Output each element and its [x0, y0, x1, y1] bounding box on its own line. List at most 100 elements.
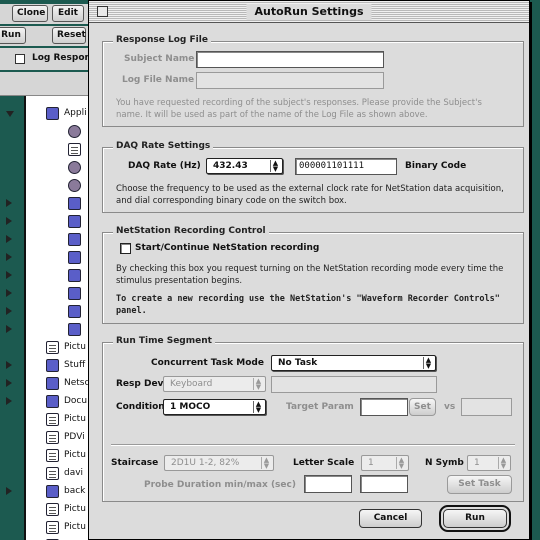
staircase-label: Staircase	[111, 458, 159, 468]
folder-icon	[46, 395, 59, 408]
disclosure-closed-icon[interactable]	[6, 379, 12, 387]
concurrent-task-mode-popup[interactable]: No Task ▲ ▼	[271, 355, 436, 371]
staircase-popup[interactable]: 2D1U 1-2, 82% ▲ ▼	[164, 455, 274, 471]
doc-icon	[46, 521, 59, 534]
disclosure-closed-icon[interactable]	[6, 487, 12, 495]
run-bg-button[interactable]: Run	[0, 27, 26, 44]
binary-code-label: Binary Code	[405, 161, 467, 171]
list-item[interactable]	[6, 303, 90, 321]
probe-duration-label: Probe Duration min/max (sec)	[144, 480, 296, 490]
doc-icon	[68, 143, 81, 156]
log-response-checkbox[interactable]	[15, 54, 25, 64]
concurrent-task-mode-value: No Task	[278, 358, 318, 368]
list-item[interactable]: Pictu	[26, 447, 90, 465]
disclosure-closed-icon[interactable]	[6, 361, 12, 369]
list-item[interactable]	[6, 231, 90, 249]
list-item[interactable]	[6, 321, 90, 339]
netstation-recording-checkbox[interactable]	[120, 243, 131, 254]
netstation-recording-label[interactable]: Start/Continue NetStation recording	[135, 243, 319, 253]
reset-button[interactable]: Reset	[52, 27, 86, 44]
list-item-label: Pictu	[64, 504, 86, 514]
disclosure-closed-icon[interactable]	[6, 271, 12, 279]
cancel-button[interactable]: Cancel	[359, 509, 422, 528]
subject-name-input[interactable]	[196, 51, 384, 68]
list-item[interactable]: Docu	[6, 393, 90, 411]
list-item[interactable]: Pictu	[26, 519, 90, 537]
disclosure-closed-icon[interactable]	[6, 199, 12, 207]
list-item[interactable]	[6, 213, 90, 231]
edit-button[interactable]: Edit	[52, 5, 84, 22]
list-item-label: davi	[64, 468, 84, 478]
gear-icon	[68, 179, 81, 192]
folder-icon	[46, 359, 59, 372]
vs-field	[461, 398, 512, 416]
list-item[interactable]: Netsc	[6, 375, 90, 393]
list-item[interactable]	[26, 159, 90, 177]
target-param-input[interactable]	[360, 398, 408, 416]
netstation-note: To create a new recording use the NetSta…	[116, 294, 500, 316]
disclosure-closed-icon[interactable]	[6, 325, 12, 333]
disclosure-closed-icon[interactable]	[6, 397, 12, 405]
disclosure-closed-icon[interactable]	[6, 235, 12, 243]
clone-button[interactable]: Clone	[12, 5, 48, 22]
folder-icon	[46, 485, 59, 498]
letter-scale-value: 1	[368, 458, 374, 468]
list-item[interactable]: PDVi	[26, 429, 90, 447]
vs-label: vs	[444, 402, 456, 412]
disclosure-closed-icon[interactable]	[6, 253, 12, 261]
title-bar[interactable]: AutoRun Settings	[89, 1, 529, 23]
daq-rate-popup[interactable]: 432.43 ▲ ▼	[206, 158, 283, 174]
list-item[interactable]: Stuff	[6, 357, 90, 375]
folder-icon	[68, 197, 81, 210]
response-log-title: Response Log File	[113, 35, 211, 45]
letter-scale-popup[interactable]: 1 ▲ ▼	[361, 455, 409, 471]
background-header	[0, 72, 90, 96]
popup-arrows-icon: ▲ ▼	[498, 457, 507, 470]
list-item[interactable]: back	[6, 483, 90, 501]
letter-scale-label: Letter Scale	[293, 458, 355, 468]
list-item[interactable]: davi	[26, 465, 90, 483]
daq-rate-help: Choose the frequency to be used as the e…	[116, 184, 504, 206]
list-item[interactable]: Pictu	[26, 411, 90, 429]
disclosure-closed-icon[interactable]	[6, 289, 12, 297]
list-item-label: Pictu	[64, 414, 86, 424]
probe-max-input[interactable]	[360, 475, 408, 493]
list-item[interactable]	[6, 249, 90, 267]
list-item[interactable]: Appli	[6, 105, 90, 123]
list-item-label: Pictu	[64, 450, 86, 460]
list-item[interactable]: Pictu	[26, 339, 90, 357]
list-item[interactable]: Pictu	[26, 501, 90, 519]
resp-dev-value: Keyboard	[170, 379, 213, 389]
set-button[interactable]: Set	[409, 398, 436, 416]
popup-arrows-icon: ▲ ▼	[253, 378, 262, 391]
n-symb-popup[interactable]: 1 ▲ ▼	[467, 455, 511, 471]
list-item[interactable]	[6, 285, 90, 303]
folder-icon	[68, 305, 81, 318]
conditions-popup[interactable]: 1 MOCO ▲ ▼	[163, 399, 266, 415]
set-task-button[interactable]: Set Task	[447, 475, 512, 494]
doc-icon	[46, 449, 59, 462]
resp-dev-label: Resp Dev	[116, 379, 164, 389]
list-item[interactable]	[26, 177, 90, 195]
run-button[interactable]: Run	[439, 505, 511, 532]
list-item[interactable]	[26, 141, 90, 159]
doc-icon	[46, 431, 59, 444]
probe-min-input[interactable]	[304, 475, 352, 493]
list-item-label: Pictu	[64, 522, 86, 532]
folder-icon	[46, 107, 59, 120]
conditions-value: 1 MOCO	[170, 402, 211, 412]
daq-rate-value: 432.43	[213, 161, 248, 171]
list-item[interactable]	[6, 195, 90, 213]
list-item-label: Pictu	[64, 342, 86, 352]
list-item[interactable]	[6, 267, 90, 285]
doc-icon	[46, 341, 59, 354]
binary-code-field: 000001101111	[295, 158, 397, 175]
list-item[interactable]	[26, 123, 90, 141]
disclosure-closed-icon[interactable]	[6, 217, 12, 225]
close-box-icon[interactable]	[97, 6, 108, 17]
disclosure-open-icon[interactable]	[6, 111, 14, 117]
resp-dev-popup[interactable]: Keyboard ▲ ▼	[163, 376, 266, 392]
disclosure-closed-icon[interactable]	[6, 307, 12, 315]
doc-icon	[46, 413, 59, 426]
popup-arrows-icon: ▲ ▼	[253, 401, 262, 414]
